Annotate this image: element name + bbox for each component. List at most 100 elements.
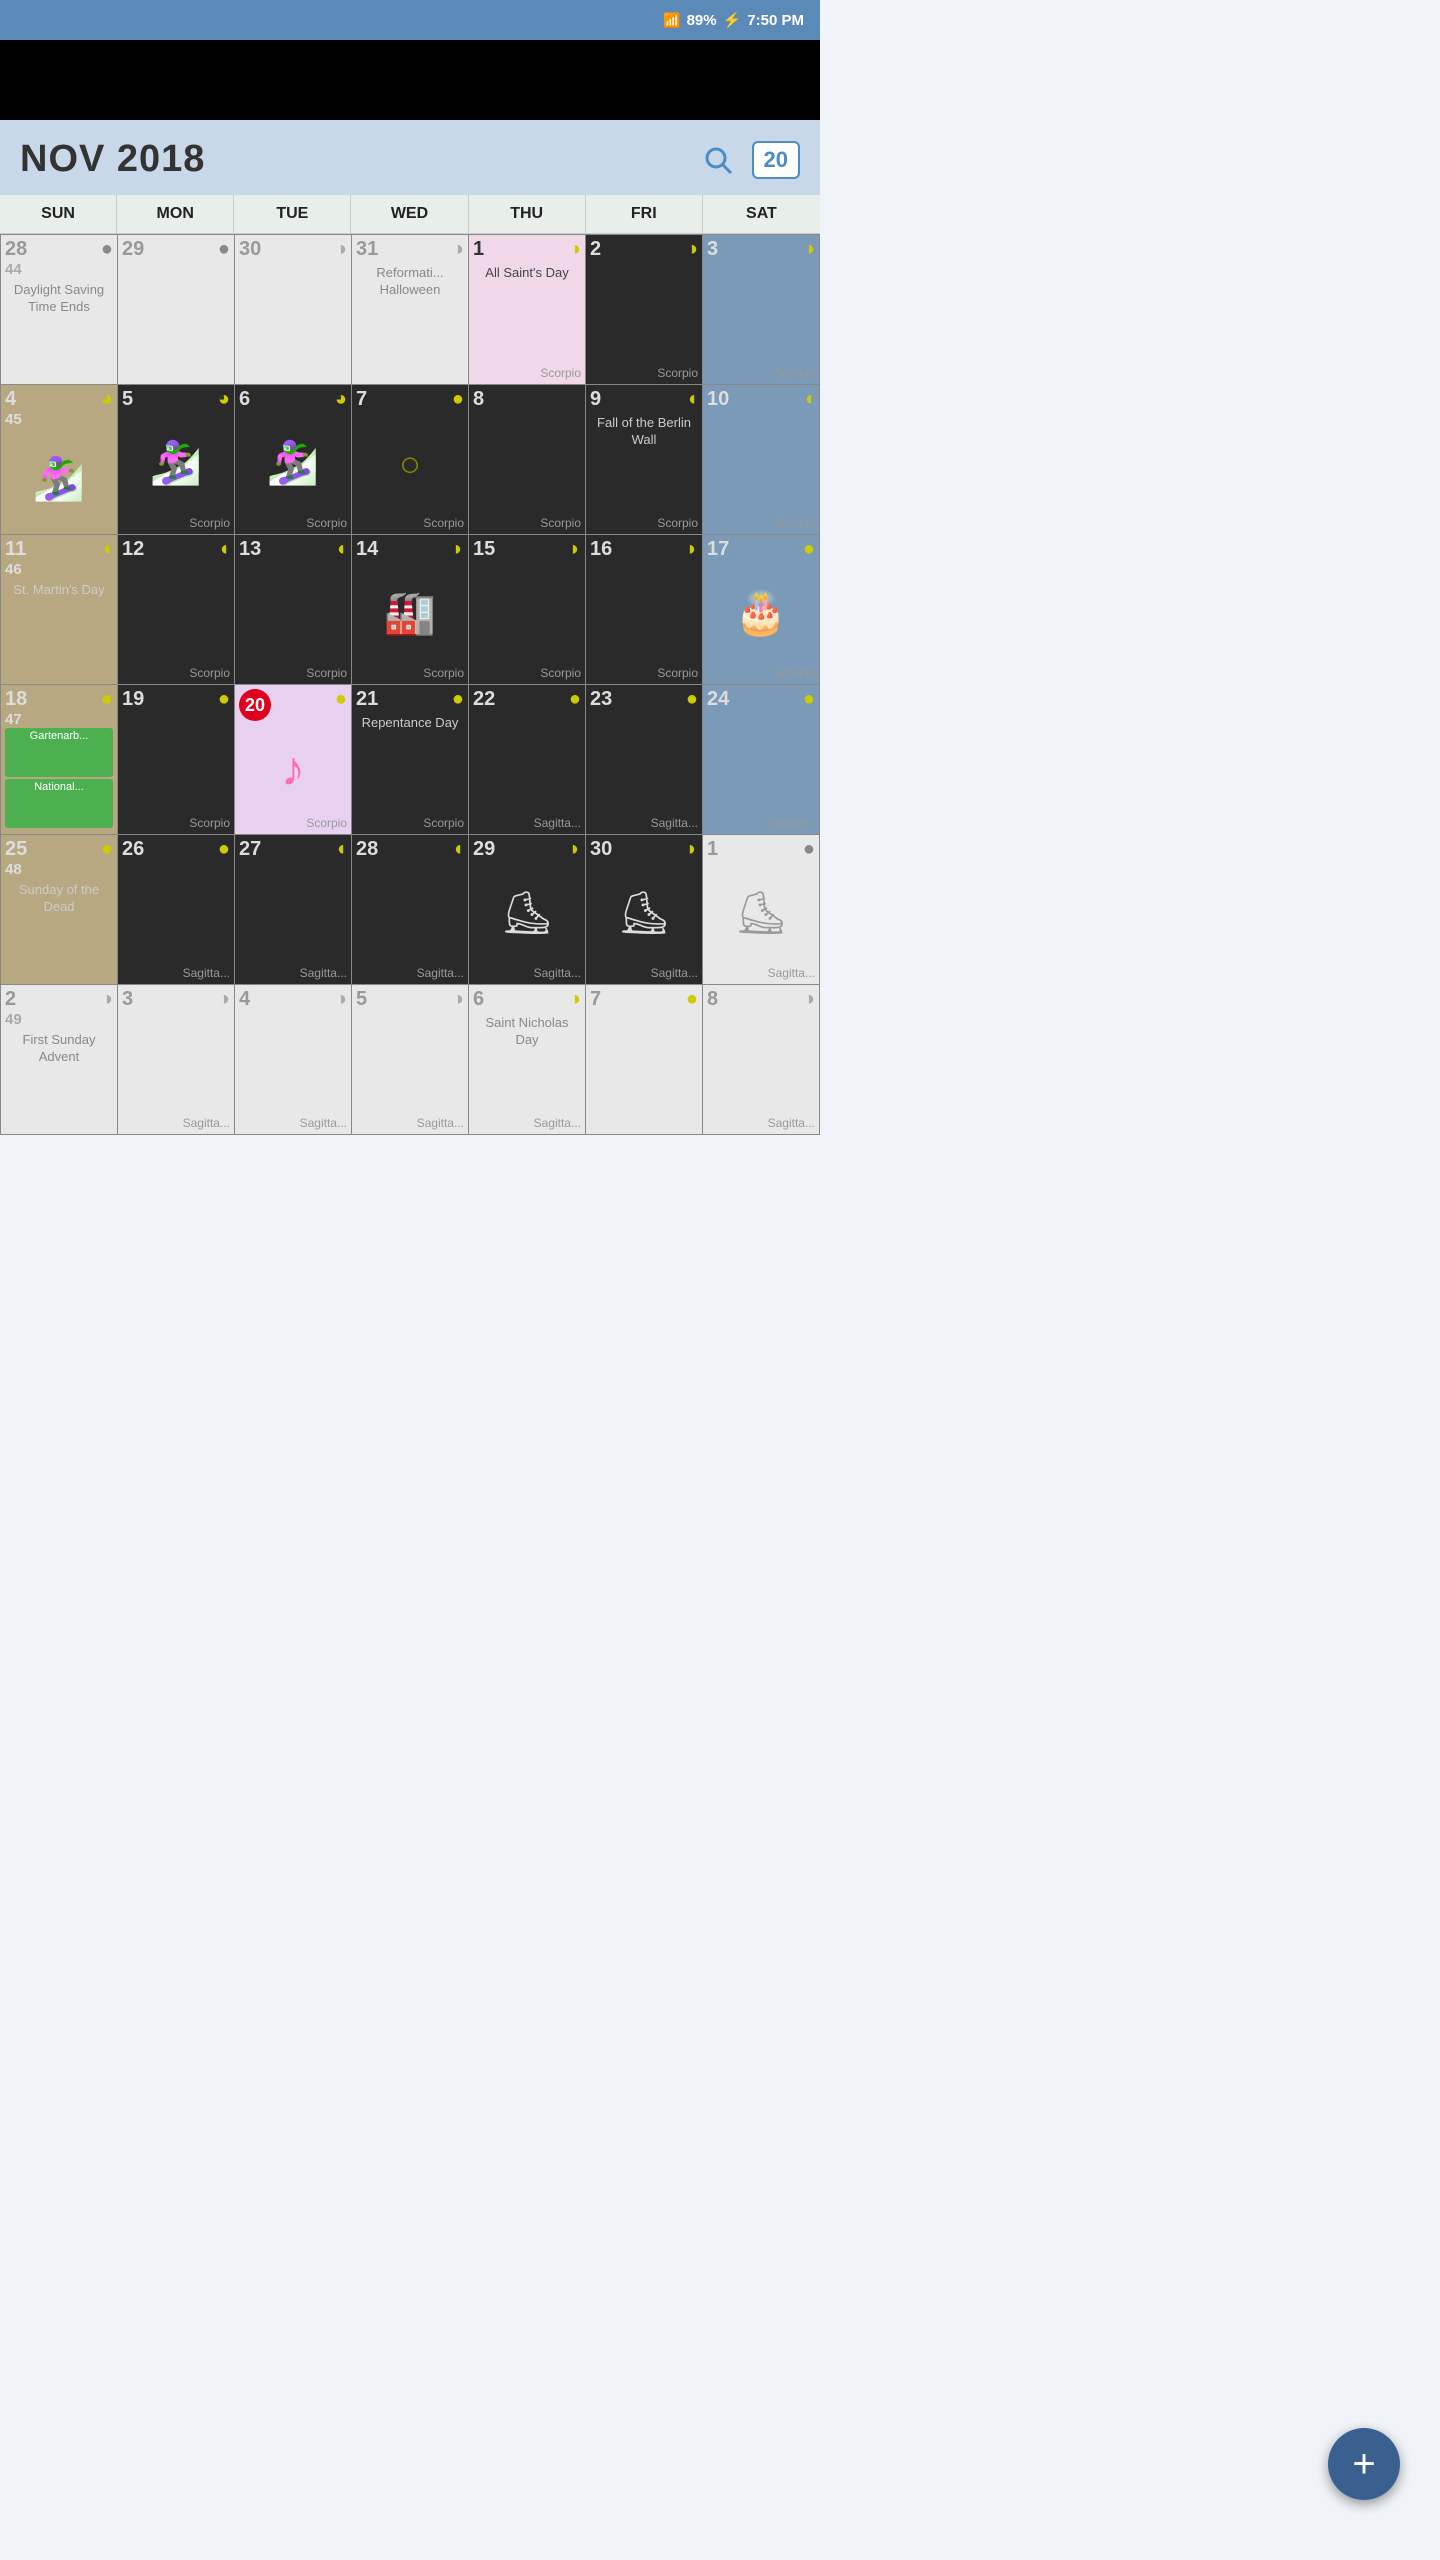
cell-top-row: 10◖: [707, 389, 815, 409]
moon-phase-icon: ◑: [452, 239, 464, 259]
calendar-cell[interactable]: 2◑49First Sunday Advent: [1, 985, 118, 1135]
calendar-cell[interactable]: 5◕🏂Scorpio: [118, 385, 235, 535]
week-number: 49: [5, 1011, 113, 1028]
cell-date: 6: [239, 389, 250, 409]
cell-event-text: Fall of the Berlin Wall: [590, 415, 698, 516]
calendar-cell[interactable]: 29◗⛸Sagitta...: [469, 835, 586, 985]
zodiac-sign: Scorpio: [590, 366, 698, 380]
week-number: 44: [5, 261, 113, 278]
calendar-cell[interactable]: 20●♪Scorpio: [235, 685, 352, 835]
calendar-cell[interactable]: 7●: [586, 985, 703, 1135]
week-number: 46: [5, 561, 113, 578]
cell-top-row: 26●: [122, 839, 230, 859]
zodiac-sign: Sagitta...: [473, 1116, 581, 1130]
calendar-cell[interactable]: 9◖Fall of the Berlin WallScorpio: [586, 385, 703, 535]
cell-top-row: 1●: [707, 839, 815, 859]
zodiac-sign: Scorpio: [473, 516, 581, 530]
moon-phase-icon: ◗: [686, 839, 698, 859]
calendar-cell[interactable]: 6◑Saint Nicholas DaySagitta...: [469, 985, 586, 1135]
calendar-cell[interactable]: 8Scorpio: [469, 385, 586, 535]
moon-phase-icon: ●: [101, 839, 113, 859]
zodiac-sign: Sagitta...: [239, 1116, 347, 1130]
calendar-cell[interactable]: 7●○Scorpio: [352, 385, 469, 535]
cell-top-row: 20●: [239, 689, 347, 721]
calendar-cell[interactable]: 15◗Scorpio: [469, 535, 586, 685]
battery-level: 89%: [687, 12, 717, 29]
calendar-cell[interactable]: 12◖Scorpio: [118, 535, 235, 685]
calendar-cell[interactable]: 10◖ Scorpio: [703, 385, 820, 535]
calendar-cell[interactable]: 11◖46St. Martin's Day: [1, 535, 118, 685]
zodiac-sign: Sagitta...: [473, 966, 581, 980]
cell-top-row: 27◖: [239, 839, 347, 859]
zodiac-sign: Scorpio: [122, 666, 230, 680]
today-button[interactable]: 20: [752, 141, 800, 179]
moon-phase-icon: ●: [686, 689, 698, 709]
cell-emoji: ○: [356, 411, 464, 516]
cell-date: 28: [5, 239, 27, 259]
calendar-cell[interactable]: 1●⛸Sagitta...: [703, 835, 820, 985]
cell-date: 31: [356, 239, 378, 259]
zodiac-sign: Scorpio: [356, 666, 464, 680]
calendar-cell[interactable]: 18●47Gartenarb...National...: [1, 685, 118, 835]
calendar-cell[interactable]: 4◑Sagitta...: [235, 985, 352, 1135]
add-event-button[interactable]: +: [1328, 2428, 1400, 2500]
week-number: 45: [5, 411, 113, 428]
cell-date: 8: [707, 989, 718, 1009]
moon-phase-icon: ●: [101, 689, 113, 709]
calendar-cell[interactable]: 30◑: [235, 235, 352, 385]
calendar-cell[interactable]: 13◖Scorpio: [235, 535, 352, 685]
calendar-cell[interactable]: 6◕🏂Scorpio: [235, 385, 352, 535]
cell-emoji: 🏂: [5, 428, 113, 530]
search-button[interactable]: [702, 144, 734, 176]
calendar-cell[interactable]: 28◖Sagitta...: [352, 835, 469, 985]
cell-date: 22: [473, 689, 495, 709]
calendar-cell[interactable]: 16◗Scorpio: [586, 535, 703, 685]
calendar-cell[interactable]: 27◖Sagitta...: [235, 835, 352, 985]
zodiac-sign: Scorpio: [239, 666, 347, 680]
zodiac-sign: Scorpio: [473, 666, 581, 680]
moon-phase-icon: ◑: [803, 989, 815, 1009]
zodiac-sign: Scorpio: [590, 516, 698, 530]
calendar-cell[interactable]: 24●Sagitta...: [703, 685, 820, 835]
cell-top-row: 18●: [5, 689, 113, 709]
calendar-cell[interactable]: 23●Sagitta...: [586, 685, 703, 835]
calendar-header: NOV 2018 20: [0, 120, 820, 195]
moon-phase-icon: ◑: [452, 989, 464, 1009]
calendar-cell[interactable]: 2◑Scorpio: [586, 235, 703, 385]
cell-top-row: 28◖: [356, 839, 464, 859]
moon-phase-icon: ◑: [335, 239, 347, 259]
zodiac-sign: Scorpio: [707, 516, 815, 530]
calendar-cell[interactable]: 1◑All Saint's DayScorpio: [469, 235, 586, 385]
cell-emoji: 🎂: [707, 561, 815, 666]
calendar-cell[interactable]: 29●: [118, 235, 235, 385]
cell-top-row: 19●: [122, 689, 230, 709]
calendar-cell[interactable]: 26●Sagitta...: [118, 835, 235, 985]
calendar-cell[interactable]: 4◕45🏂: [1, 385, 118, 535]
calendar-cell[interactable]: 8◑Sagitta...: [703, 985, 820, 1135]
charging-icon: ⚡: [723, 11, 742, 29]
cell-date: 4: [239, 989, 250, 1009]
calendar-cell[interactable]: 3◑Sagitta...: [118, 985, 235, 1135]
moon-phase-icon: ●: [686, 989, 698, 1009]
calendar-cell[interactable]: 22●Sagitta...: [469, 685, 586, 835]
cell-top-row: 5◕: [122, 389, 230, 409]
calendar-cell[interactable]: 5◑Sagitta...: [352, 985, 469, 1135]
calendar-cell[interactable]: 28●44Daylight Saving Time Ends: [1, 235, 118, 385]
cell-event-text: Saint Nicholas Day: [473, 1015, 581, 1116]
calendar-cell[interactable]: 30◗⛸Sagitta...: [586, 835, 703, 985]
cell-emoji: ⛸: [473, 861, 581, 966]
calendar-cell[interactable]: 17●🎂Scorpio: [703, 535, 820, 685]
moon-phase-icon: ◑: [218, 989, 230, 1009]
cell-top-row: 3◑: [707, 239, 815, 259]
month-title: NOV 2018: [20, 138, 205, 181]
cell-top-row: 29●: [122, 239, 230, 259]
calendar-cell[interactable]: 25●48Sunday of the Dead: [1, 835, 118, 985]
calendar-cell[interactable]: 31◑Reformati... Halloween: [352, 235, 469, 385]
cell-date: 28: [356, 839, 378, 859]
calendar-cell[interactable]: 14◗🏭Scorpio: [352, 535, 469, 685]
calendar-cell[interactable]: 19●Scorpio: [118, 685, 235, 835]
calendar-cell[interactable]: 21●Repentance DayScorpio: [352, 685, 469, 835]
event-badge: Gartenarb...: [5, 728, 113, 777]
calendar-cell[interactable]: 3◑Scorpio: [703, 235, 820, 385]
cell-event-text: First Sunday Advent: [5, 1032, 113, 1130]
